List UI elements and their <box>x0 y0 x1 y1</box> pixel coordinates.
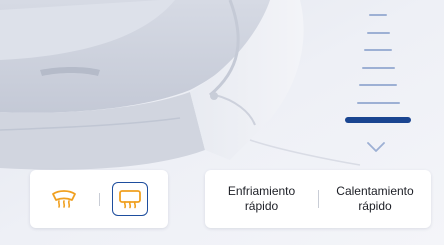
rear-window-defrost-icon <box>119 190 141 209</box>
quick-mode-panel: Enfriamiento rápido Calentamiento rápido <box>205 170 431 228</box>
windshield-defrost-icon <box>52 190 76 208</box>
front-defrost-button[interactable] <box>46 182 82 216</box>
divider <box>99 193 100 206</box>
quick-cool-label-line1: Enfriamiento <box>227 184 296 198</box>
quick-heat-label-line2: rápido <box>358 199 392 213</box>
quick-heat-button[interactable]: Calentamiento rápido <box>319 170 431 228</box>
quick-cool-label-line2: rápido <box>244 199 279 213</box>
rear-defrost-button[interactable] <box>112 182 148 216</box>
chevron-down-icon[interactable] <box>365 140 387 154</box>
quick-heat-label-line1: Calentamiento <box>336 184 414 198</box>
defrost-panel <box>30 170 168 228</box>
quick-cool-button[interactable]: Enfriamiento rápido <box>205 170 318 228</box>
